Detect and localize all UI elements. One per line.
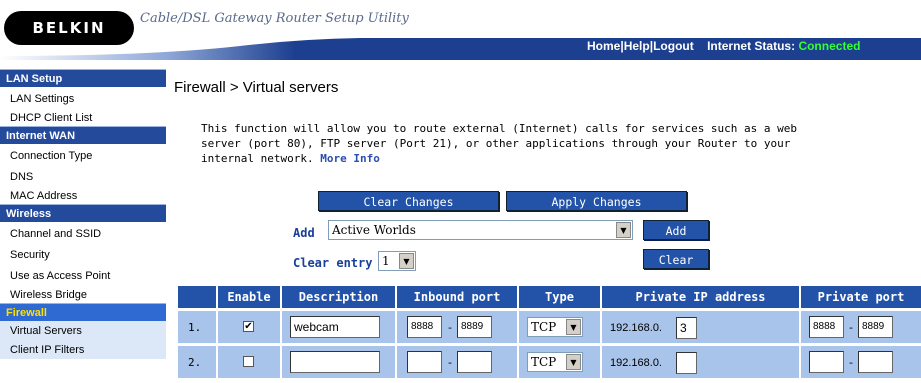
inbound-port-cell: - bbox=[397, 346, 517, 378]
private-port-to-input[interactable]: 8889 bbox=[858, 316, 893, 338]
type-cell: TCP ▼ bbox=[519, 346, 600, 378]
header: BELKIN Cable/DSL Gateway Router Setup Ut… bbox=[0, 0, 921, 63]
sidebar: LAN Setup LAN Settings DHCP Client List … bbox=[0, 69, 166, 383]
internet-status-label: Internet Status: bbox=[707, 39, 796, 53]
inbound-port-to-input[interactable] bbox=[457, 351, 492, 373]
ip-last-octet-input[interactable] bbox=[676, 352, 697, 374]
enable-checkbox[interactable] bbox=[243, 356, 254, 367]
inbound-port-from-input[interactable]: 8888 bbox=[407, 316, 442, 338]
private-port-cell: 8888 - 8889 bbox=[801, 311, 921, 343]
chevron-down-icon[interactable]: ▼ bbox=[399, 253, 414, 269]
page-title: Firewall > Virtual servers bbox=[174, 79, 339, 96]
range-dash: - bbox=[448, 356, 452, 369]
more-info-link[interactable]: More Info bbox=[320, 152, 380, 165]
sidebar-item-lan-settings[interactable]: LAN Settings bbox=[0, 87, 166, 108]
ip-last-octet-input[interactable]: 3 bbox=[676, 317, 697, 339]
sidebar-section-lan-setup[interactable]: LAN Setup bbox=[0, 69, 166, 87]
private-port-to-input[interactable] bbox=[858, 351, 893, 373]
type-select[interactable]: TCP ▼ bbox=[527, 352, 583, 372]
top-links: Home|Help|Logout Internet Status: Connec… bbox=[587, 39, 861, 53]
add-service-value: Active Worlds bbox=[332, 223, 416, 237]
header-description: Description bbox=[282, 286, 395, 308]
clear-entry-label: Clear entry bbox=[293, 256, 373, 270]
header-type: Type bbox=[519, 286, 600, 308]
sidebar-section-internet-wan[interactable]: Internet WAN bbox=[0, 126, 166, 144]
header-enable: Enable bbox=[218, 286, 280, 308]
add-button[interactable]: Add bbox=[643, 220, 709, 240]
chevron-down-icon[interactable]: ▼ bbox=[616, 222, 631, 238]
sidebar-item-mac-address[interactable]: MAC Address bbox=[0, 186, 166, 204]
sidebar-item-channel-ssid[interactable]: Channel and SSID bbox=[0, 222, 166, 243]
header-num bbox=[178, 286, 216, 308]
private-port-cell: - bbox=[801, 346, 921, 378]
range-dash: - bbox=[849, 321, 853, 334]
home-link[interactable]: Home bbox=[587, 39, 620, 53]
type-select[interactable]: TCP ▼ bbox=[527, 317, 583, 337]
inbound-port-from-input[interactable] bbox=[407, 351, 442, 373]
description-cell: webcam bbox=[282, 311, 395, 343]
clear-entry-value: 1 bbox=[382, 254, 390, 268]
private-port-from-input[interactable] bbox=[809, 351, 844, 373]
sidebar-item-access-point[interactable]: Use as Access Point bbox=[0, 264, 166, 285]
sidebar-item-virtual-servers[interactable]: Virtual Servers bbox=[0, 321, 166, 340]
private-ip-cell: 192.168.0. 3 bbox=[602, 311, 799, 343]
clear-entry-select[interactable]: 1 ▼ bbox=[378, 251, 416, 271]
header-private-ip: Private IP address bbox=[602, 286, 799, 308]
description: This function will allow you to route ex… bbox=[201, 121, 841, 166]
row-num-cell: 2. bbox=[178, 346, 216, 378]
ip-prefix: 192.168.0. bbox=[610, 357, 662, 369]
row-number: 2. bbox=[188, 356, 202, 369]
type-cell: TCP ▼ bbox=[519, 311, 600, 343]
add-label: Add bbox=[293, 226, 315, 240]
sidebar-item-dns[interactable]: DNS bbox=[0, 165, 166, 186]
sidebar-item-dhcp-client-list[interactable]: DHCP Client List bbox=[0, 108, 166, 126]
enable-cell: ✔ bbox=[218, 311, 280, 343]
inbound-port-cell: 8888 - 8889 bbox=[397, 311, 517, 343]
add-service-select[interactable]: Active Worlds ▼ bbox=[328, 220, 633, 240]
header-inbound-port: Inbound port bbox=[397, 286, 517, 308]
type-value: TCP bbox=[531, 320, 557, 334]
sidebar-item-client-ip-filters[interactable]: Client IP Filters bbox=[0, 340, 166, 359]
range-dash: - bbox=[448, 321, 452, 334]
row-num-cell: 1. bbox=[178, 311, 216, 343]
sidebar-item-connection-type[interactable]: Connection Type bbox=[0, 144, 166, 165]
help-link[interactable]: Help bbox=[624, 39, 650, 53]
enable-cell bbox=[218, 346, 280, 378]
inbound-port-to-input[interactable]: 8889 bbox=[457, 316, 492, 338]
sidebar-section-wireless[interactable]: Wireless bbox=[0, 204, 166, 222]
private-ip-cell: 192.168.0. bbox=[602, 346, 799, 378]
ip-prefix: 192.168.0. bbox=[610, 322, 662, 334]
description-input[interactable]: webcam bbox=[290, 316, 380, 338]
internet-status-value: Connected bbox=[798, 39, 861, 53]
chevron-down-icon[interactable]: ▼ bbox=[566, 354, 581, 370]
sidebar-section-firewall[interactable]: Firewall bbox=[0, 303, 166, 321]
sidebar-item-security[interactable]: Security bbox=[0, 243, 166, 264]
enable-checkbox[interactable]: ✔ bbox=[243, 321, 254, 332]
clear-changes-button[interactable]: Clear Changes bbox=[318, 191, 499, 211]
sidebar-item-wireless-bridge[interactable]: Wireless Bridge bbox=[0, 285, 166, 303]
row-number: 1. bbox=[188, 321, 202, 334]
description-input[interactable] bbox=[290, 351, 380, 373]
header-private-port: Private port bbox=[801, 286, 921, 308]
range-dash: - bbox=[849, 356, 853, 369]
apply-changes-button[interactable]: Apply Changes bbox=[506, 191, 687, 211]
app-title: Cable/DSL Gateway Router Setup Utility bbox=[140, 11, 409, 26]
description-cell bbox=[282, 346, 395, 378]
private-port-from-input[interactable]: 8888 bbox=[809, 316, 844, 338]
clear-button[interactable]: Clear bbox=[643, 249, 709, 269]
type-value: TCP bbox=[531, 355, 557, 369]
description-text: This function will allow you to route ex… bbox=[201, 122, 798, 165]
chevron-down-icon[interactable]: ▼ bbox=[566, 319, 581, 335]
logout-link[interactable]: Logout bbox=[653, 39, 694, 53]
